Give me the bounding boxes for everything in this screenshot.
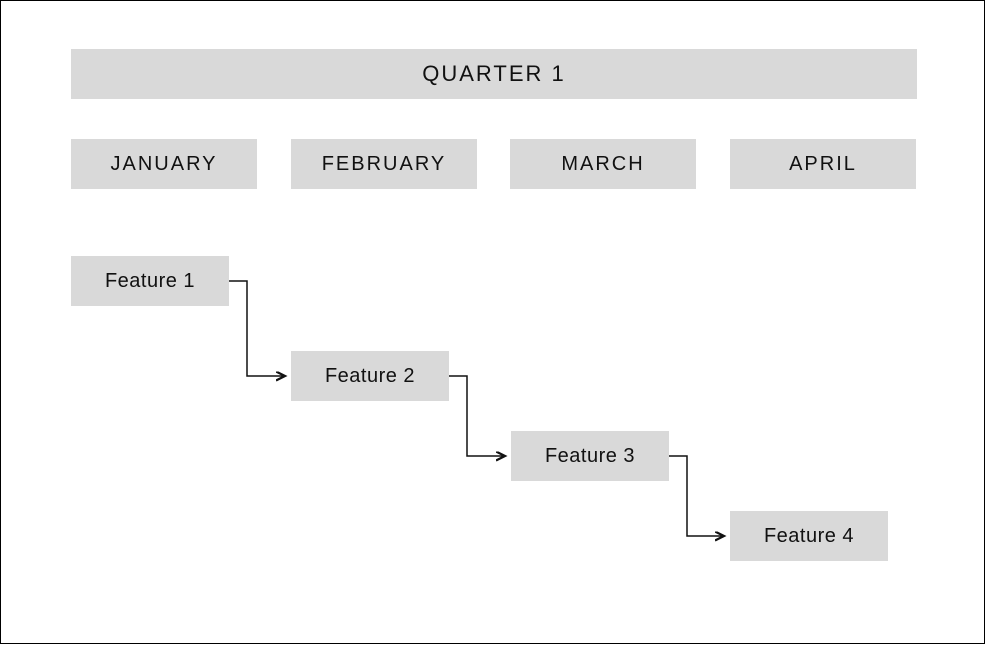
quarter-header: QUARTER 1 <box>71 49 917 99</box>
connector-arrow <box>669 456 724 536</box>
month-april: APRIL <box>730 139 916 189</box>
diagram-canvas: QUARTER 1 JANUARY FEBRUARY MARCH APRIL F… <box>0 0 985 644</box>
month-january: JANUARY <box>71 139 257 189</box>
feature-3: Feature 3 <box>511 431 669 481</box>
connector-arrow <box>449 376 505 456</box>
feature-1: Feature 1 <box>71 256 229 306</box>
connector-arrow <box>229 281 285 376</box>
feature-2: Feature 2 <box>291 351 449 401</box>
feature-4: Feature 4 <box>730 511 888 561</box>
month-february: FEBRUARY <box>291 139 477 189</box>
month-march: MARCH <box>510 139 696 189</box>
